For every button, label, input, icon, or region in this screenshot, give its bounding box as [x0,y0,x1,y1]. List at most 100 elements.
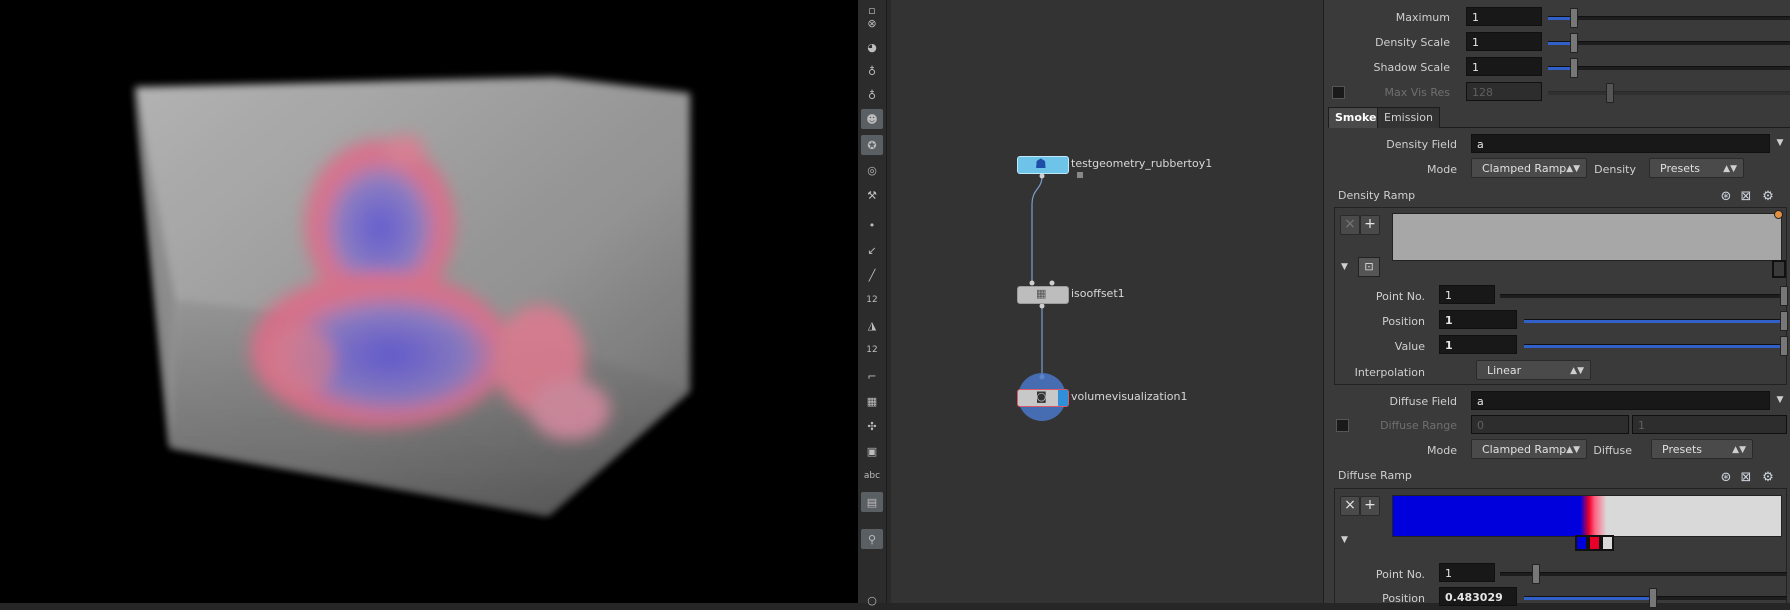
sphere-icon[interactable]: ◕ [861,37,883,57]
gear-icon[interactable]: ⚙ [1760,189,1776,205]
pen-icon[interactable]: ╱ [861,265,883,285]
render-icon[interactable]: ✪ [861,135,883,155]
density-scale-label: Density Scale [1375,36,1450,49]
node-testgeometry[interactable]: ☗ [1017,156,1069,174]
dot-icon[interactable]: • [861,215,883,235]
ramp-view-icon-2[interactable]: ⊠ [1738,470,1754,486]
shadow-scale-slider-handle[interactable] [1570,58,1578,78]
diffuse-field-label: Diffuse Field [1389,395,1457,408]
ramp-view-icon[interactable]: ⊠ [1738,189,1754,205]
diffuse-point-no-slider[interactable] [1500,572,1787,576]
diffuse-position-handle[interactable] [1649,588,1657,608]
diffuse-point-no-field[interactable]: 1 [1439,563,1495,582]
gear-icon-2[interactable]: ⚙ [1760,470,1776,486]
density-mode-label: Mode [1427,163,1457,176]
sculpt-icon[interactable]: ◮ [861,315,883,335]
volume-icon: ◙ [1036,390,1047,403]
interpolation-select[interactable]: Linear ▲▼ [1476,360,1591,380]
diffuse-ramp-graph[interactable] [1392,495,1782,537]
diffuse-point-no-label: Point No. [1375,568,1425,581]
density-value-field[interactable]: 1 [1439,335,1517,354]
point-light-icon[interactable]: ♁ [861,85,883,105]
box-icon[interactable]: ▣ [861,441,883,461]
diffuse-position-field[interactable]: 0.483029 [1439,587,1517,606]
transform-icon[interactable]: ✣ [861,416,883,436]
diffuse-presets-select[interactable]: Presets ▲▼ [1651,439,1753,459]
density-position-handle[interactable] [1780,311,1788,331]
density-field-menu[interactable]: ▼ [1772,134,1788,153]
ramp-edit-icon[interactable]: ⊡ [1358,257,1380,277]
diffuse-field-input[interactable]: a [1471,391,1770,410]
isooffset-icon: ▦ [1036,287,1047,300]
density-field-input[interactable]: a [1471,134,1770,153]
shelf-toolbar: ▫ ⊗ ◕ ♁ ♁ ☻ ✪ ◎ ⚒ • ↙ ╱ 12 ◮ 12 ⌐ ▦ ✣ ▣ … [858,0,887,607]
diffuse-point-no-handle[interactable] [1532,564,1540,584]
number-icon-2[interactable]: 12 [861,340,883,360]
density-point-no-handle[interactable] [1780,286,1788,306]
number-icon[interactable]: 12 [861,290,883,310]
density-position-slider[interactable] [1524,319,1787,323]
density-scale-field[interactable]: 1 [1466,32,1542,51]
density-scale-slider[interactable] [1548,41,1790,45]
tab-emission[interactable]: Emission [1377,107,1440,128]
pin-icon[interactable]: ⚲ [861,529,883,549]
display-flag[interactable] [1058,390,1068,406]
ramp-key-red[interactable] [1588,535,1601,551]
light-icon[interactable]: ♁ [861,61,883,81]
ramp-presets-icon[interactable]: ⊛ [1718,189,1734,205]
close-circle-icon[interactable]: ⊗ [861,13,883,33]
density-value-slider[interactable] [1524,344,1787,348]
shadow-scale-slider[interactable] [1548,66,1790,70]
density-mode-select[interactable]: Clamped Ramp ▲▼ [1471,158,1587,178]
ramp-remove-button-2[interactable]: × [1340,496,1360,516]
bracket-icon[interactable]: ⌐ [861,366,883,386]
ramp-key-blue[interactable] [1575,535,1588,551]
network-editor[interactable]: ☗ testgeometry_rubbertoy1 ▦ isooffset1 ◙… [887,0,1323,603]
rubbertoy-icon: ☗ [1035,157,1047,172]
node-label: testgeometry_rubbertoy1 [1071,157,1213,170]
ramp-add-button-2[interactable]: + [1360,496,1380,516]
brush-icon[interactable]: ↙ [861,240,883,260]
scene-viewport[interactable] [0,0,858,603]
ramp-remove-button[interactable]: × [1340,215,1360,235]
camera-icon[interactable]: ☻ [861,109,883,129]
density-point-no-slider[interactable] [1500,294,1787,298]
tab-smoke[interactable]: Smoke [1328,107,1384,128]
node-label: volumevisualization1 [1071,390,1188,403]
interpolation-label: Interpolation [1354,366,1425,379]
image-icon[interactable]: ▤ [861,492,883,512]
diffuse-mode-select[interactable]: Clamped Ramp ▲▼ [1471,439,1587,459]
ramp-key-handle[interactable] [1772,260,1786,278]
diffuse-range-min: 0 [1471,415,1629,434]
density-presets-select[interactable]: Presets ▲▼ [1649,158,1744,178]
node-volumevisualization[interactable]: ◙ [1017,389,1069,407]
collapse-arrow-icon-2[interactable]: ▼ [1341,535,1348,545]
density-ramp-graph[interactable] [1392,213,1782,261]
parameter-panel: Maximum 1 Density Scale 1 Shadow Scale 1… [1323,0,1790,608]
circle-icon[interactable]: ○ [861,590,883,610]
lock-icon [1077,172,1083,178]
ramp-presets-icon-2[interactable]: ⊛ [1718,470,1734,486]
density-scale-slider-handle[interactable] [1570,33,1578,53]
maximum-slider-handle[interactable] [1570,8,1578,28]
density-value-handle[interactable] [1780,336,1788,356]
ramp-add-button[interactable]: + [1360,215,1380,235]
maximum-field[interactable]: 1 [1466,7,1542,26]
node-isooffset[interactable]: ▦ [1017,286,1069,304]
maximum-label: Maximum [1395,11,1450,24]
diffuse-ramp-label: Diffuse Ramp [1338,469,1412,482]
diffuse-field-menu[interactable]: ▼ [1772,391,1788,410]
grid-icon[interactable]: ▦ [861,391,883,411]
density-point-no-field[interactable]: 1 [1439,285,1495,304]
shadow-scale-field[interactable]: 1 [1466,57,1542,76]
maximum-slider[interactable] [1548,16,1790,20]
max-vis-res-label: Max Vis Res [1384,86,1450,99]
density-preset-label: Density [1594,163,1636,176]
density-position-field[interactable]: 1 [1439,310,1517,329]
ramp-key-white[interactable] [1601,535,1614,551]
text-icon[interactable]: abc [861,466,883,486]
ramp-key-marker[interactable] [1774,210,1783,219]
collapse-arrow-icon[interactable]: ▼ [1341,262,1348,272]
paint-icon[interactable]: ⚒ [861,185,883,205]
view-icon[interactable]: ◎ [861,160,883,180]
